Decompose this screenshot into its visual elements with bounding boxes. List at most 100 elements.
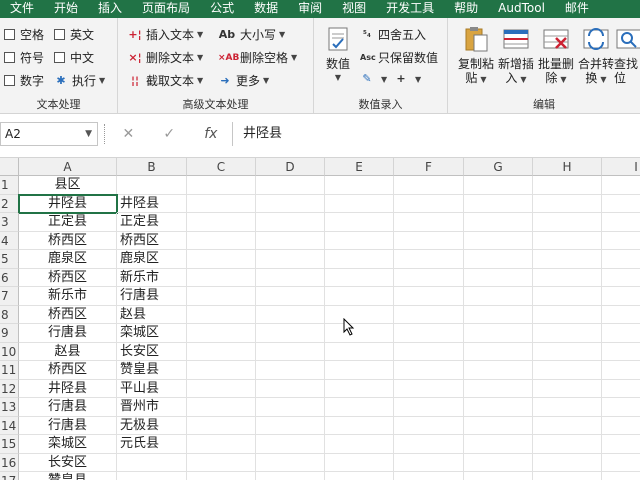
table-cell[interactable] [256, 231, 325, 250]
table-cell[interactable]: 元氏县 [117, 435, 187, 454]
table-cell[interactable] [533, 250, 602, 269]
table-cell[interactable] [187, 379, 256, 398]
row-header[interactable]: 8 [0, 305, 19, 324]
checkbox-space[interactable]: 空格 [4, 26, 44, 43]
table-cell[interactable]: 正定县 [19, 213, 117, 232]
table-cell[interactable] [533, 231, 602, 250]
table-cell[interactable] [325, 287, 394, 306]
table-cell[interactable] [256, 472, 325, 480]
table-cell[interactable]: 长安区 [117, 342, 187, 361]
table-cell[interactable] [602, 417, 640, 435]
table-cell[interactable] [394, 305, 464, 324]
table-cell[interactable] [256, 305, 325, 324]
table-cell[interactable] [325, 342, 394, 361]
table-cell[interactable] [256, 361, 325, 380]
table-cell[interactable] [602, 195, 640, 213]
table-cell[interactable]: 栾城区 [19, 435, 117, 454]
table-cell[interactable] [533, 213, 602, 232]
table-cell[interactable]: 鹿泉区 [117, 250, 187, 269]
table-cell[interactable] [464, 453, 533, 472]
column-header-d[interactable]: D [256, 158, 325, 176]
keep-values-button[interactable]: Asc 只保留数值 [360, 49, 438, 66]
table-cell[interactable] [533, 194, 602, 213]
table-cell[interactable] [602, 287, 640, 306]
row-header[interactable]: 3 [0, 213, 19, 232]
checkbox-icon[interactable] [4, 29, 15, 40]
table-cell[interactable] [394, 287, 464, 306]
column-header-b[interactable]: B [117, 158, 187, 176]
row-header[interactable]: 11 [0, 361, 19, 380]
table-cell[interactable] [533, 342, 602, 361]
table-cell[interactable] [394, 398, 464, 417]
table-cell[interactable]: 无极县 [117, 416, 187, 435]
row-header[interactable]: 17 [0, 472, 19, 480]
table-cell[interactable] [187, 435, 256, 454]
column-header-h[interactable]: H [533, 158, 602, 176]
table-cell[interactable] [533, 287, 602, 306]
find-locate-button[interactable]: 查找 位 [614, 24, 640, 85]
table-cell[interactable] [602, 380, 640, 398]
chevron-down-icon[interactable]: ▼ [85, 123, 92, 145]
table-cell[interactable] [533, 453, 602, 472]
row-header[interactable]: 13 [0, 398, 19, 417]
table-cell[interactable] [464, 213, 533, 232]
table-cell[interactable]: 新乐市 [19, 287, 117, 306]
tab-formulas[interactable]: 公式 [200, 0, 244, 18]
delete-space-button[interactable]: ×AB 删除空格 ▼ [218, 49, 297, 66]
plus-dropdown-button[interactable]: + ▼ [394, 72, 421, 86]
row-header[interactable]: 5 [0, 250, 19, 269]
table-cell[interactable] [602, 306, 640, 324]
table-cell[interactable] [533, 472, 602, 480]
checkbox-icon[interactable] [54, 29, 65, 40]
table-cell[interactable] [533, 361, 602, 380]
row-header[interactable]: 7 [0, 287, 19, 306]
column-header-c[interactable]: C [187, 158, 256, 176]
table-cell[interactable] [187, 305, 256, 324]
selected-cell-a2[interactable]: 井陉县 [18, 193, 118, 214]
table-cell[interactable] [394, 342, 464, 361]
tab-page-layout[interactable]: 页面布局 [132, 0, 200, 18]
table-cell[interactable] [256, 213, 325, 232]
table-cell[interactable] [394, 250, 464, 269]
table-cell[interactable] [256, 416, 325, 435]
table-cell[interactable] [464, 472, 533, 480]
checkbox-icon[interactable] [54, 52, 65, 63]
tab-file[interactable]: 文件 [0, 0, 44, 18]
table-cell[interactable] [394, 324, 464, 343]
table-cell[interactable] [187, 268, 256, 287]
table-cell[interactable] [256, 342, 325, 361]
table-cell[interactable] [602, 213, 640, 232]
table-cell[interactable] [602, 361, 640, 380]
table-cell[interactable] [325, 379, 394, 398]
table-cell[interactable]: 鹿泉区 [19, 250, 117, 269]
table-cell[interactable] [394, 194, 464, 213]
round-button[interactable]: ⁵₄ 四舍五入 [360, 26, 426, 43]
table-cell[interactable] [464, 379, 533, 398]
table-cell[interactable] [325, 398, 394, 417]
table-cell[interactable] [325, 176, 394, 195]
table-cell[interactable] [187, 324, 256, 343]
row-header[interactable]: 2 [0, 194, 19, 213]
table-cell[interactable] [117, 453, 187, 472]
table-cell[interactable] [533, 176, 602, 195]
fx-icon[interactable]: fx [204, 126, 217, 142]
table-cell[interactable] [394, 472, 464, 480]
column-header-i[interactable]: I [602, 158, 640, 176]
table-cell[interactable] [602, 176, 640, 195]
table-cell[interactable]: 平山县 [117, 379, 187, 398]
table-cell[interactable] [464, 361, 533, 380]
table-cell[interactable] [602, 343, 640, 361]
row-header[interactable]: 6 [0, 268, 19, 287]
table-cell[interactable]: 县区 [19, 176, 117, 195]
table-cell[interactable] [325, 472, 394, 480]
table-cell[interactable]: 赞皇县 [117, 361, 187, 380]
table-cell[interactable] [256, 435, 325, 454]
table-cell[interactable] [533, 324, 602, 343]
tab-audtool[interactable]: AudTool [488, 0, 555, 18]
table-cell[interactable] [187, 194, 256, 213]
table-cell[interactable] [464, 342, 533, 361]
merge-convert-button[interactable]: 合并转 换 ▼ [574, 24, 618, 87]
table-cell[interactable] [256, 287, 325, 306]
table-cell[interactable] [602, 232, 640, 250]
table-cell[interactable] [602, 454, 640, 472]
